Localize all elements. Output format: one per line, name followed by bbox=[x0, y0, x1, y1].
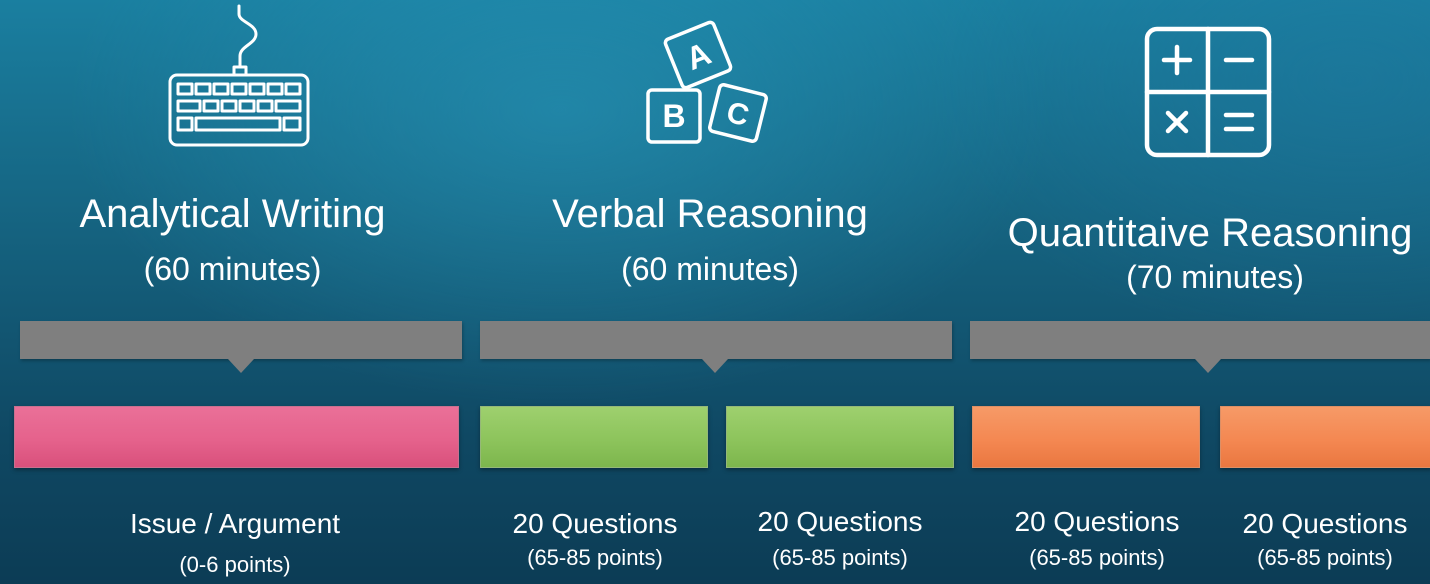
block-letter-b: B bbox=[662, 98, 685, 134]
connector-bar-quant bbox=[970, 321, 1430, 359]
abc-blocks-icon: A B C bbox=[646, 20, 768, 144]
task-box-quant-1 bbox=[972, 406, 1200, 468]
connector-arrow-quant bbox=[1195, 359, 1221, 373]
task-box-issue-argument bbox=[14, 406, 459, 468]
task-label-verbal-1: 20 Questions bbox=[512, 508, 678, 539]
keyboard-icon bbox=[168, 4, 310, 147]
task-label-verbal-2: 20 Questions bbox=[757, 506, 923, 537]
section-title-quantitative-reasoning: Quantitaive Reasoning bbox=[1007, 211, 1413, 255]
task-points-quant-2: (65-85 points) bbox=[1257, 545, 1393, 570]
connector-bar-writing bbox=[20, 321, 462, 359]
block-letter-a: A bbox=[681, 35, 716, 77]
task-box-quant-2 bbox=[1220, 406, 1430, 468]
section-title-verbal-reasoning: Verbal Reasoning bbox=[552, 192, 868, 236]
connector-arrow-verbal bbox=[702, 359, 728, 373]
section-duration-verbal-reasoning: (60 minutes) bbox=[621, 251, 799, 287]
task-points-issue-argument: (0-6 points) bbox=[179, 552, 291, 577]
task-label-quant-2: 20 Questions bbox=[1242, 508, 1408, 539]
section-duration-analytical-writing: (60 minutes) bbox=[143, 251, 322, 287]
task-label-quant-1: 20 Questions bbox=[1014, 506, 1180, 537]
calculator-icon bbox=[1144, 26, 1272, 158]
connector-arrow-writing bbox=[228, 359, 254, 373]
task-label-issue-argument: Issue / Argument bbox=[129, 508, 341, 539]
task-points-verbal-2: (65-85 points) bbox=[772, 545, 908, 570]
block-letter-c: C bbox=[723, 96, 752, 133]
task-points-quant-1: (65-85 points) bbox=[1029, 545, 1165, 570]
section-duration-quantitative-reasoning: (70 minutes) bbox=[1126, 259, 1304, 295]
section-title-analytical-writing: Analytical Writing bbox=[79, 192, 386, 236]
task-box-verbal-1 bbox=[480, 406, 708, 468]
task-points-verbal-1: (65-85 points) bbox=[527, 545, 663, 570]
connector-bar-verbal bbox=[480, 321, 952, 359]
task-box-verbal-2 bbox=[726, 406, 954, 468]
